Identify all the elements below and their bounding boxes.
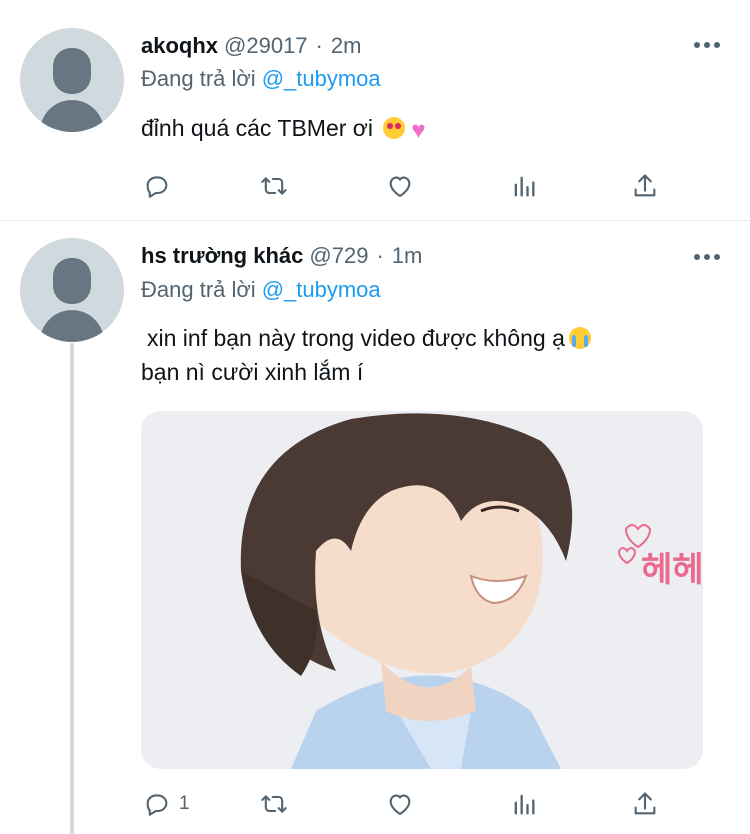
like-button[interactable]	[386, 168, 414, 204]
reply-button[interactable]	[143, 168, 179, 204]
tweet[interactable]: akoqhx @29017 · 2m Đang trả lời @_tubymoa…	[0, 0, 750, 221]
stats-icon	[514, 176, 535, 197]
share-icon	[634, 792, 656, 815]
more-icon[interactable]	[694, 40, 720, 50]
user-handle[interactable]: @29017	[224, 33, 308, 59]
display-name[interactable]: hs trường khác	[141, 243, 303, 269]
stats-button[interactable]	[510, 786, 538, 822]
media-overlay-text: 헤헤	[641, 550, 703, 590]
reply-icon	[146, 794, 168, 816]
timestamp[interactable]: 2m	[331, 33, 362, 59]
thread-line	[70, 343, 74, 834]
avatar-shoulders	[40, 310, 104, 342]
tweet-text-line-1: xin inf bạn này trong video được không ạ	[147, 325, 565, 351]
share-button[interactable]	[631, 168, 659, 204]
tweet-header: akoqhx @29017 · 2m	[141, 31, 361, 61]
reply-prefix: Đang trả lời	[141, 66, 256, 91]
replying-to: Đang trả lời @_tubymoa	[141, 66, 381, 92]
user-handle[interactable]: @729	[309, 243, 368, 269]
avatar-head	[53, 48, 91, 94]
reply-count: 1	[179, 793, 190, 814]
tweet[interactable]: hs trường khác @729 · 1m Đang trả lời @_t…	[0, 221, 750, 834]
display-name[interactable]: akoqhx	[141, 33, 218, 59]
share-icon	[634, 174, 656, 197]
replying-to: Đang trả lời @_tubymoa	[141, 277, 381, 303]
stats-icon	[514, 794, 535, 815]
reply-prefix: Đang trả lời	[141, 277, 256, 302]
tweet-media-image[interactable]: 헤헤	[141, 411, 703, 769]
separator-dot: ·	[315, 33, 323, 58]
retweet-icon	[261, 795, 287, 813]
retweet-button[interactable]	[260, 786, 288, 822]
tweet-header: hs trường khác @729 · 1m	[141, 241, 422, 271]
tweet-text: xin inf bạn này trong video được không ạ…	[141, 321, 591, 389]
like-icon	[389, 176, 411, 197]
mention-link[interactable]: @_tubymoa	[262, 277, 381, 302]
like-icon	[389, 794, 411, 815]
separator-dot: ·	[376, 243, 384, 268]
avatar[interactable]	[20, 28, 124, 132]
like-button[interactable]	[386, 786, 414, 822]
crying-emoji	[568, 327, 591, 349]
tweet-actions	[141, 168, 661, 204]
retweet-icon	[261, 177, 287, 195]
timestamp[interactable]: 1m	[392, 243, 423, 269]
avatar-head	[53, 258, 91, 304]
avatar[interactable]	[20, 238, 124, 342]
tweet-actions: 1	[141, 786, 661, 822]
tweet-text: đỉnh quá các TBMer ơi ♥	[141, 111, 426, 148]
share-button[interactable]	[631, 786, 659, 822]
pink-heart-emoji: ♥	[411, 117, 426, 144]
tweet-text-line-2: bạn nì cười xinh lắm í	[141, 359, 364, 385]
stats-button[interactable]	[510, 168, 538, 204]
mention-link[interactable]: @_tubymoa	[262, 66, 381, 91]
media-illustration: 헤헤	[141, 411, 703, 769]
avatar-shoulders	[40, 100, 104, 132]
reply-button[interactable]: 1	[143, 786, 190, 822]
retweet-button[interactable]	[260, 168, 288, 204]
heart-eyes-emoji	[383, 117, 406, 139]
tweet-text-content: đỉnh quá các TBMer ơi	[141, 115, 373, 141]
more-icon[interactable]	[694, 252, 720, 262]
reply-icon	[146, 176, 168, 198]
